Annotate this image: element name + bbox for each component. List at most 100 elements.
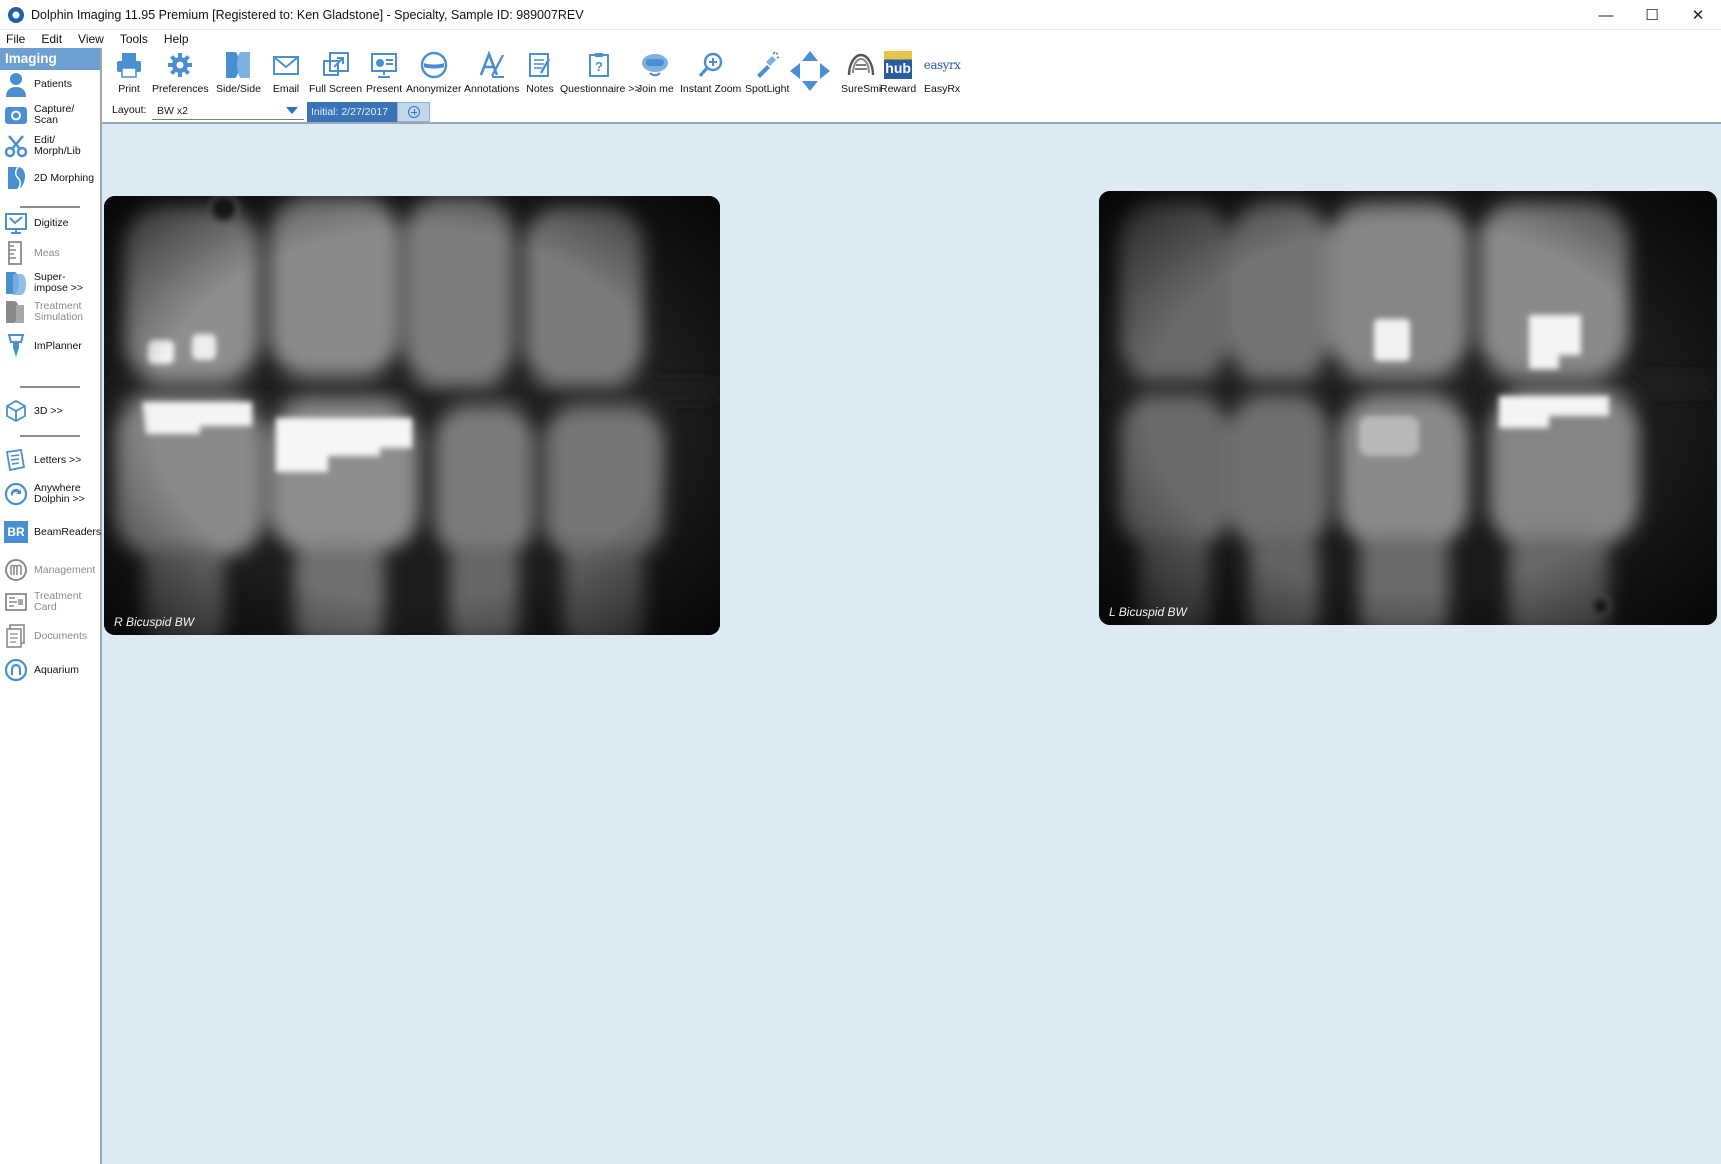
- ruler-icon: [2, 239, 30, 267]
- dolphin-logo-icon: [8, 6, 24, 23]
- sidebar-item-digitize[interactable]: Digitize: [2, 209, 100, 237]
- easyrx-icon: easyrx: [924, 48, 961, 82]
- instant-zoom-button[interactable]: Instant Zoom: [680, 48, 741, 100]
- sidebar-item-2d-morphing[interactable]: 2D Morphing: [2, 164, 100, 192]
- menu-bar: File Edit View Tools Help: [0, 30, 1721, 48]
- sidebar-item-implanner[interactable]: ImPlanner: [2, 332, 100, 360]
- tool-label: Notes: [526, 83, 554, 95]
- menu-tools[interactable]: Tools: [112, 32, 156, 46]
- treatment-card-icon: [2, 588, 30, 616]
- zoom-icon: [696, 48, 726, 82]
- tool-label: Join me: [637, 83, 674, 95]
- side-by-side-icon: [223, 48, 253, 82]
- sidebar-item-label: Treatment Simulation: [34, 300, 84, 323]
- sidebar-item-label: Patients: [34, 77, 72, 90]
- sidebar-item-label: Treatment Card: [34, 590, 82, 613]
- sidebar-separator: [20, 435, 80, 437]
- sidebar-item-beamreaders[interactable]: BR BeamReaders: [2, 518, 101, 546]
- menu-view[interactable]: View: [70, 32, 112, 46]
- tool-label: Email: [272, 83, 300, 95]
- management-icon: [2, 556, 30, 584]
- notes-icon: [525, 48, 555, 82]
- present-icon: [369, 48, 399, 82]
- toolbar: Print Preferences Side/Side Email Full S…: [104, 48, 1721, 100]
- sidebar-item-documents[interactable]: Documents: [2, 622, 100, 650]
- sidebar-item-label: 3D >>: [34, 404, 63, 417]
- gear-icon: [165, 48, 195, 82]
- print-button[interactable]: Print: [114, 48, 144, 100]
- aquarium-icon: [2, 656, 30, 684]
- xray-image-left-bicuspid[interactable]: L Bicuspid BW: [1099, 191, 1717, 625]
- sidebar-item-label: 2D Morphing: [34, 171, 95, 184]
- side-by-side-button[interactable]: Side/Side: [216, 48, 261, 100]
- pan-button[interactable]: [788, 48, 832, 100]
- sidebar: Imaging Patients Capture/ Scan Edit/ Mor…: [0, 48, 102, 1164]
- sidebar-item-treatment-simulation[interactable]: Treatment Simulation: [2, 298, 100, 326]
- tool-label: Side/Side: [216, 83, 261, 95]
- sidebar-item-aquarium[interactable]: Aquarium: [2, 656, 100, 684]
- digitize-icon: [2, 209, 30, 237]
- documents-icon: [2, 622, 30, 650]
- letters-icon: [2, 446, 30, 474]
- easyrx-button[interactable]: easyrx EasyRx: [924, 48, 961, 100]
- sidebar-item-3d[interactable]: 3D >>: [2, 397, 100, 425]
- anonymizer-button[interactable]: Anonymizer: [406, 48, 461, 100]
- spotlight-button[interactable]: SpotLight: [745, 48, 789, 100]
- image-label: L Bicuspid BW: [1109, 605, 1187, 619]
- sidebar-item-label: Digitize: [34, 216, 69, 229]
- sidebar-item-label: Edit/ Morph/Lib: [34, 134, 81, 157]
- morph-face-icon: [2, 164, 30, 192]
- notes-button[interactable]: Notes: [525, 48, 555, 100]
- sidebar-item-patients[interactable]: Patients: [2, 70, 100, 98]
- tool-label: SpotLight: [745, 83, 790, 95]
- beamreaders-icon: BR: [2, 518, 30, 546]
- join-me-button[interactable]: Join me: [637, 48, 674, 100]
- chevron-down-icon[interactable]: [286, 107, 298, 114]
- sidebar-item-anywhere-dolphin[interactable]: Anywhere Dolphin >>: [2, 480, 100, 508]
- email-button[interactable]: Email: [271, 48, 301, 100]
- maximize-button[interactable]: ☐: [1629, 0, 1675, 30]
- sidebar-item-management[interactable]: Management: [2, 556, 100, 584]
- preferences-button[interactable]: Preferences: [152, 48, 209, 100]
- implant-icon: [2, 332, 30, 360]
- sidebar-item-letters[interactable]: Letters >>: [2, 446, 100, 474]
- minimize-button[interactable]: —: [1583, 0, 1629, 30]
- title-bar: Dolphin Imaging 11.95 Premium [Registere…: [0, 0, 1721, 30]
- suresmile-button[interactable]: SureSmi: [841, 48, 881, 100]
- sidebar-item-label: Anywhere Dolphin >>: [34, 482, 85, 505]
- superimpose-icon: [2, 269, 30, 297]
- menu-file[interactable]: File: [0, 32, 33, 46]
- image-label: R Bicuspid BW: [114, 615, 195, 629]
- sidebar-item-label: Capture/ Scan: [34, 103, 75, 126]
- xray-image-right-bicuspid[interactable]: R Bicuspid BW: [104, 196, 720, 635]
- menu-edit[interactable]: Edit: [33, 32, 70, 46]
- flashlight-icon: [752, 48, 782, 82]
- tool-label: Reward: [880, 83, 917, 95]
- sidebar-separator: [20, 206, 80, 208]
- annotations-icon: [477, 48, 507, 82]
- present-button[interactable]: Present: [366, 48, 402, 100]
- full-screen-button[interactable]: Full Screen: [309, 48, 362, 100]
- questionnaire-button[interactable]: ? Questionnaire >>: [560, 48, 641, 100]
- tab-initial[interactable]: Initial: 2/27/2017: [307, 102, 397, 122]
- tool-label: Preferences: [152, 83, 209, 95]
- tool-label: Instant Zoom: [680, 83, 742, 95]
- tool-label: SureSmi: [841, 83, 882, 95]
- sidebar-item-edit-morph-lib[interactable]: Edit/ Morph/Lib: [2, 132, 100, 160]
- sidebar-item-meas[interactable]: Meas: [2, 239, 100, 267]
- menu-help[interactable]: Help: [156, 32, 197, 46]
- reward-button[interactable]: hub Reward: [880, 48, 916, 100]
- annotations-button[interactable]: Annotations: [464, 48, 519, 100]
- cube-icon: [2, 397, 30, 425]
- scissors-icon: [2, 132, 30, 160]
- tool-label: Present: [366, 83, 403, 95]
- sidebar-item-treatment-card[interactable]: Treatment Card: [2, 588, 100, 616]
- sidebar-item-label: Aquarium: [34, 663, 79, 676]
- sidebar-item-capture-scan[interactable]: Capture/ Scan: [2, 101, 100, 129]
- layout-select[interactable]: BW x2: [152, 102, 304, 120]
- close-button[interactable]: ✕: [1675, 0, 1721, 30]
- sidebar-item-superimpose[interactable]: Super- impose >>: [2, 269, 100, 297]
- add-timepoint-button[interactable]: [397, 102, 430, 122]
- tool-label: Full Screen: [309, 83, 363, 95]
- sidebar-separator: [20, 386, 80, 388]
